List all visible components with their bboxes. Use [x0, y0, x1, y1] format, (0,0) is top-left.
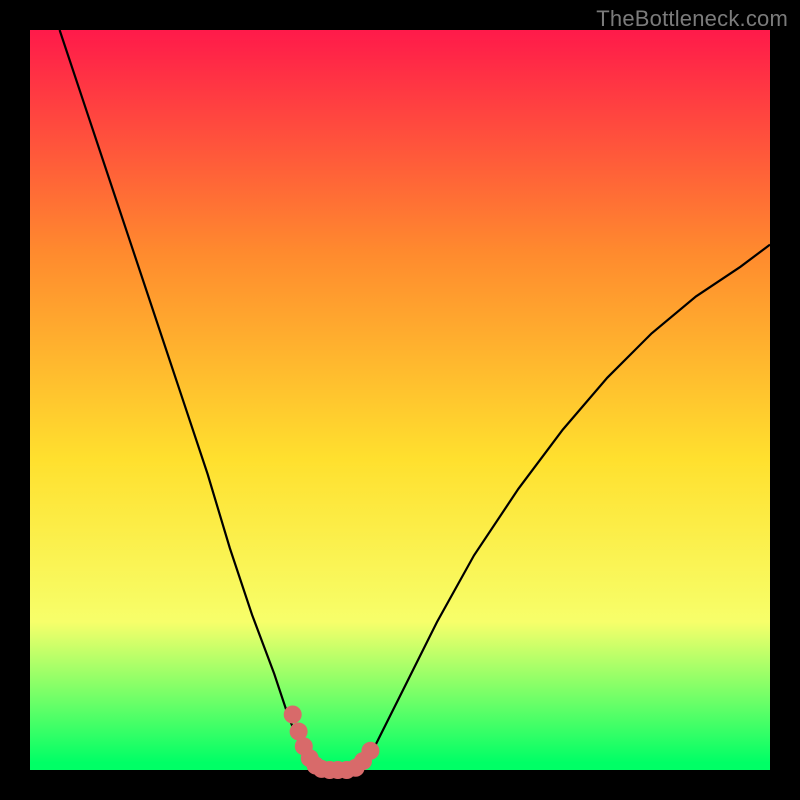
chart-frame: TheBottleneck.com	[0, 0, 800, 800]
bottleneck-right-curve	[356, 245, 770, 769]
bottleneck-left-curve	[60, 30, 319, 769]
highlight-dot	[361, 742, 379, 760]
curve-layer	[30, 30, 770, 770]
watermark-text: TheBottleneck.com	[596, 6, 788, 32]
highlight-dot	[284, 706, 302, 724]
highlight-dots-group	[284, 706, 380, 780]
